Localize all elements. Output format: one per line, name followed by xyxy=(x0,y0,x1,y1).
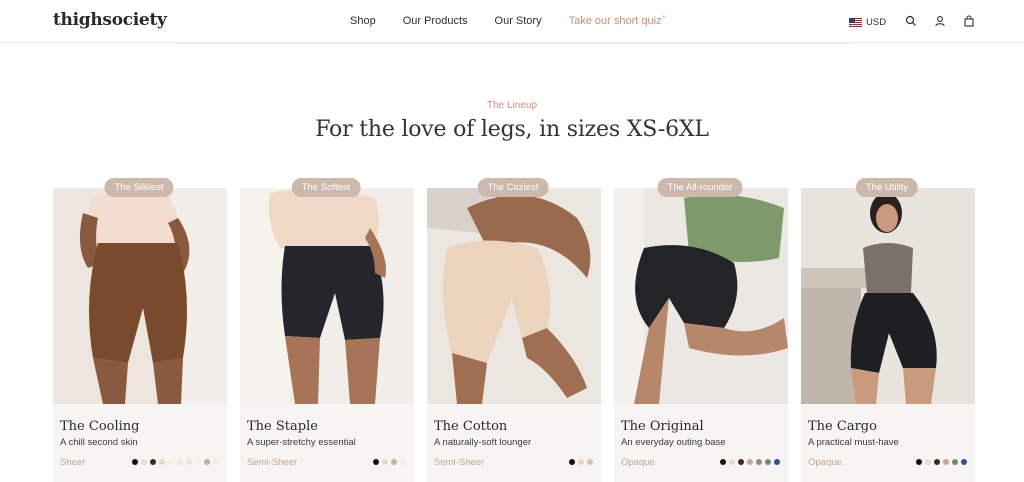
product-badge: The Softest xyxy=(291,178,361,197)
product-opacity: Sheer xyxy=(60,457,86,468)
product-badge: The Silkiest xyxy=(104,178,174,197)
color-swatches xyxy=(373,459,406,465)
color-swatch[interactable] xyxy=(159,459,165,465)
color-swatches xyxy=(916,459,967,465)
product-badge: The Coziest xyxy=(477,178,549,197)
product-title[interactable]: The Cargo xyxy=(808,419,877,434)
site-header: thighsociety Shop Our Products Our Story… xyxy=(0,0,1024,43)
product-subtitle: A chill second skin xyxy=(60,437,138,448)
color-swatch[interactable] xyxy=(391,459,397,465)
color-swatch[interactable] xyxy=(916,459,922,465)
color-swatch[interactable] xyxy=(943,459,949,465)
nav-quiz-label: Take our short quiz xyxy=(568,15,662,27)
color-swatches xyxy=(569,459,593,465)
nav-shop[interactable]: Shop xyxy=(350,15,376,27)
quiz-star-mark: * xyxy=(662,15,666,22)
product-subtitle: A super-stretchy essential xyxy=(247,437,356,448)
product-photo[interactable] xyxy=(801,188,975,404)
color-swatch[interactable] xyxy=(373,459,379,465)
cart-bag-icon[interactable] xyxy=(963,15,975,27)
product-card-staple[interactable]: The Staple A super-stretchy essential Se… xyxy=(240,188,414,482)
logo[interactable]: thighsociety xyxy=(53,10,167,30)
product-opacity: Opaque xyxy=(808,457,842,468)
product-title[interactable]: The Cotton xyxy=(434,419,507,434)
section-headline: For the love of legs, in sizes XS-6XL xyxy=(315,117,709,142)
color-swatch[interactable] xyxy=(934,459,940,465)
color-swatch[interactable] xyxy=(382,459,388,465)
product-photo[interactable] xyxy=(240,188,414,404)
product-card-cargo[interactable]: The Cargo A practical must-have Opaque xyxy=(801,188,975,482)
nav-quiz[interactable]: Take our short quiz* xyxy=(569,15,666,27)
color-swatch[interactable] xyxy=(569,459,575,465)
product-opacity: Opaque xyxy=(621,457,655,468)
color-swatch[interactable] xyxy=(765,459,771,465)
color-swatch[interactable] xyxy=(177,459,183,465)
account-icon[interactable] xyxy=(934,15,946,27)
currency-selector[interactable]: USD xyxy=(849,17,886,28)
product-photo[interactable] xyxy=(614,188,788,404)
color-swatch[interactable] xyxy=(168,459,174,465)
color-swatch[interactable] xyxy=(720,459,726,465)
product-subtitle: A naturally-soft lounger xyxy=(434,437,532,448)
color-swatch[interactable] xyxy=(186,459,192,465)
product-card-cooling[interactable]: The Cooling A chill second skin Sheer xyxy=(53,188,227,482)
color-swatch[interactable] xyxy=(925,459,931,465)
color-swatch[interactable] xyxy=(774,459,780,465)
color-swatch[interactable] xyxy=(952,459,958,465)
color-swatch[interactable] xyxy=(213,459,219,465)
color-swatch[interactable] xyxy=(150,459,156,465)
color-swatch[interactable] xyxy=(747,459,753,465)
product-badge: The Utility xyxy=(855,178,919,197)
product-title[interactable]: The Cooling xyxy=(60,419,139,434)
color-swatches xyxy=(720,459,780,465)
color-swatch[interactable] xyxy=(195,459,201,465)
color-swatches xyxy=(132,459,219,465)
nav-our-products[interactable]: Our Products xyxy=(403,15,468,27)
product-badge: The All-rounder xyxy=(657,178,743,197)
product-card-cotton[interactable]: The Cotton A naturally-soft lounger Semi… xyxy=(427,188,601,482)
color-swatch[interactable] xyxy=(132,459,138,465)
product-opacity: Semi-Sheer xyxy=(434,457,485,468)
product-subtitle: An everyday outing base xyxy=(621,437,726,448)
header-divider xyxy=(176,43,850,44)
product-subtitle: A practical must-have xyxy=(808,437,899,448)
color-swatch[interactable] xyxy=(204,459,210,465)
search-icon[interactable] xyxy=(905,15,917,27)
color-swatch[interactable] xyxy=(578,459,584,465)
color-swatch[interactable] xyxy=(141,459,147,465)
color-swatch[interactable] xyxy=(400,459,406,465)
us-flag-icon xyxy=(849,18,862,27)
product-title[interactable]: The Original xyxy=(621,419,704,434)
color-swatch[interactable] xyxy=(961,459,967,465)
section-eyebrow: The Lineup xyxy=(486,100,538,111)
color-swatch[interactable] xyxy=(587,459,593,465)
nav-our-story[interactable]: Our Story xyxy=(495,15,542,27)
product-opacity: Semi-Sheer xyxy=(247,457,298,468)
product-card-original[interactable]: The Original An everyday outing base Opa… xyxy=(614,188,788,482)
product-title[interactable]: The Staple xyxy=(247,419,318,434)
main-nav: Shop Our Products Our Story Take our sho… xyxy=(350,15,692,27)
currency-label: USD xyxy=(866,17,887,28)
color-swatch[interactable] xyxy=(729,459,735,465)
product-photo[interactable] xyxy=(427,188,601,404)
color-swatch[interactable] xyxy=(738,459,744,465)
color-swatch[interactable] xyxy=(756,459,762,465)
product-photo[interactable] xyxy=(53,188,227,404)
